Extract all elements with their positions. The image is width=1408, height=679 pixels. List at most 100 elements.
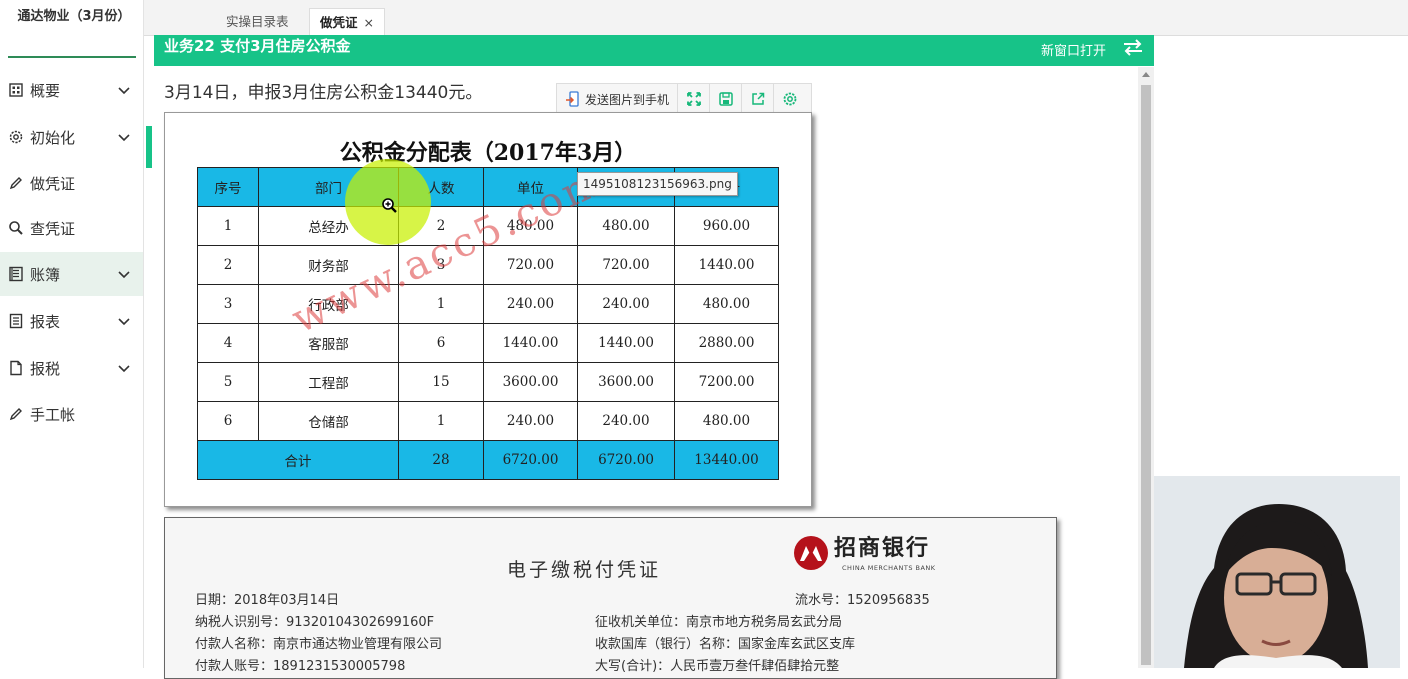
- settings-button[interactable]: [774, 84, 805, 114]
- china-merchants-bank-logo-icon: [794, 536, 828, 570]
- table-cell: 4: [197, 323, 259, 363]
- scroll-up-arrow-icon[interactable]: [1142, 72, 1150, 77]
- table-cell: 5: [197, 362, 259, 402]
- task-header: 业务22 支付3月住房公积金 新窗口打开: [154, 35, 1154, 66]
- tab-practice-catalog[interactable]: 实操目录表: [216, 8, 299, 35]
- sidebar-item-reports[interactable]: 报表: [0, 299, 143, 343]
- close-icon[interactable]: ×: [364, 15, 374, 30]
- task-description: 3月14日，申报3月住房公积金13440元。: [164, 83, 483, 103]
- expand-icon: [686, 92, 701, 106]
- vertical-scrollbar[interactable]: [1138, 67, 1154, 668]
- table-cell: 240.00: [483, 401, 578, 441]
- open-new-window-link[interactable]: 新窗口打开: [1041, 40, 1106, 59]
- table-cell: 240.00: [577, 401, 675, 441]
- settings-icon: [783, 92, 796, 106]
- tab-make-voucher[interactable]: 做凭证 ×: [309, 8, 385, 36]
- chevron-down-icon: [118, 365, 130, 373]
- certificate-serial: 流水号：1520956835: [795, 593, 930, 608]
- sidebar-item-label: 做凭证: [30, 174, 76, 193]
- chevron-down-icon: [118, 318, 130, 326]
- presenter-video: [1154, 476, 1400, 668]
- bank-english-name: CHINA MERCHANTS BANK: [842, 564, 936, 572]
- sidebar-item-label: 概要: [30, 81, 61, 100]
- share-icon: [751, 92, 764, 105]
- amount-in-words: 大写(合计)：人民币壹万叁仟肆佰肆拾元整: [595, 659, 840, 674]
- table-cell: 6: [197, 401, 259, 441]
- sidebar-item-label: 报税: [30, 359, 61, 378]
- table-cell: 2: [197, 245, 259, 285]
- table-cell: 240.00: [577, 284, 675, 324]
- sidebar-item-query-voucher[interactable]: 查凭证: [0, 206, 143, 250]
- share-button[interactable]: [742, 84, 775, 114]
- table-cell: 15: [398, 362, 484, 402]
- table-title: 公积金分配表（2017年3月）: [339, 140, 637, 166]
- sidebar-item-ledger[interactable]: 账簿: [0, 252, 143, 296]
- table-cell: 工程部: [258, 362, 399, 402]
- switch-arrows-icon[interactable]: [1122, 37, 1144, 57]
- sidebar-item-make-voucher[interactable]: 做凭证: [0, 161, 143, 205]
- table-row: 6 仓储部 1 240.00 240.00 480.00: [197, 401, 779, 441]
- table-cell: 6720.00: [577, 440, 675, 480]
- sidebar-item-label: 手工帐: [30, 405, 76, 424]
- pen-icon: [8, 175, 24, 191]
- sidebar-item-overview[interactable]: 概要: [0, 68, 143, 112]
- webcam-overlay: [1154, 476, 1400, 668]
- table-row: 3 行政部 1 240.00 240.00 480.00: [197, 284, 779, 324]
- table-cell: 3600.00: [483, 362, 578, 402]
- taxpayer-id: 纳税人识别号：91320104302699160F: [195, 615, 435, 630]
- save-icon: [718, 92, 733, 106]
- send-to-phone-label: 发送图片到手机: [585, 92, 670, 107]
- chevron-down-icon: [118, 87, 130, 95]
- table-cell: 1: [398, 401, 484, 441]
- save-button[interactable]: [710, 84, 743, 114]
- table-cell: 1: [197, 206, 259, 246]
- zoom-in-cursor-icon: [382, 198, 397, 213]
- table-row: 4 客服部 6 1440.00 1440.00 2880.00: [197, 323, 779, 363]
- table-cell: 6: [398, 323, 484, 363]
- table-cell: 2880.00: [674, 323, 779, 363]
- sidebar-item-label: 账簿: [30, 265, 61, 284]
- company-title: 通达物业（3月份）: [17, 9, 131, 24]
- table-cell: 480.00: [674, 401, 779, 441]
- bank-name: 招商银行: [834, 536, 931, 561]
- sidebar-item-label: 报表: [30, 312, 61, 331]
- table-cell: 仓储部: [258, 401, 399, 441]
- scrollbar-thumb[interactable]: [1141, 85, 1151, 665]
- sidebar-item-tax[interactable]: 报税: [0, 346, 143, 390]
- table-cell: 3: [197, 284, 259, 324]
- table-cell: 960.00: [674, 206, 779, 246]
- send-to-phone-icon: [566, 91, 579, 107]
- payer-account: 付款人账号：1891231530005798: [195, 659, 406, 674]
- chevron-down-icon: [118, 271, 130, 279]
- table-total-row: 合计 28 6720.00 6720.00 13440.00: [197, 440, 779, 480]
- send-to-phone-button[interactable]: 发送图片到手机: [557, 84, 679, 114]
- chevron-down-icon: [118, 134, 130, 142]
- table-cell: 480.00: [577, 206, 675, 246]
- tab-label: 做凭证: [320, 15, 358, 30]
- table-row: 5 工程部 15 3600.00 3600.00 7200.00: [197, 362, 779, 402]
- table-cell: 1440.00: [674, 245, 779, 285]
- table-cell: 480.00: [674, 284, 779, 324]
- filename-tooltip: 1495108123156963.png: [577, 172, 738, 196]
- report-icon: [8, 313, 24, 329]
- table-cell: 1440.00: [483, 323, 578, 363]
- sidebar-item-manual-books[interactable]: 手工帐: [0, 392, 143, 436]
- table-cell: 1440.00: [577, 323, 675, 363]
- tab-bar: 实操目录表 做凭证 ×: [144, 0, 1408, 36]
- payer-name: 付款人名称：南京市通达物业管理有限公司: [195, 637, 443, 652]
- tax-certificate-image[interactable]: 电子缴税付凭证 招商银行 CHINA MERCHANTS BANK 日期：201…: [164, 517, 1057, 679]
- expand-button[interactable]: [678, 84, 711, 114]
- sidebar-item-label: 初始化: [30, 128, 76, 147]
- grid-icon: [8, 82, 24, 98]
- sidebar: 通达物业（3月份） 概要 初始化 做凭证 查凭证 账簿 报表 报税 手工帐: [0, 0, 144, 668]
- document-icon: [8, 360, 24, 376]
- table-cell: 28: [398, 440, 484, 480]
- table-cell: 240.00: [483, 284, 578, 324]
- tab-label: 实操目录表: [226, 14, 289, 29]
- search-icon: [8, 220, 24, 236]
- task-title: 业务22 支付3月住房公积金: [164, 37, 351, 55]
- sidebar-item-label: 查凭证: [30, 219, 76, 238]
- table-cell: 6720.00: [483, 440, 578, 480]
- sidebar-item-init[interactable]: 初始化: [0, 115, 143, 159]
- certificate-title: 电子缴税付凭证: [507, 559, 662, 581]
